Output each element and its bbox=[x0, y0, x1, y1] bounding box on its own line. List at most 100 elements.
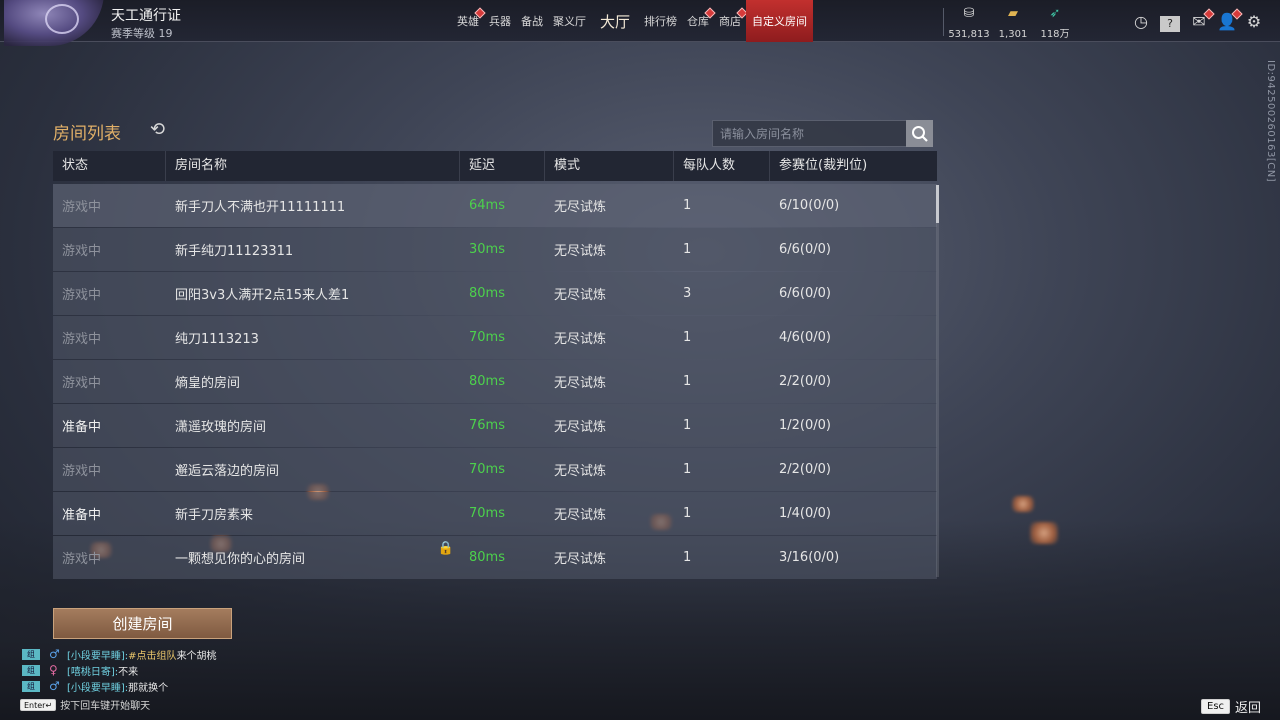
nav-prepare[interactable]: 备战 bbox=[516, 0, 548, 42]
room-mode: 无尽试炼 bbox=[554, 508, 607, 523]
lock-icon: 🔒 bbox=[437, 541, 454, 556]
room-name: 新手纯刀11123311 bbox=[175, 244, 294, 259]
resource-feathers: ➶ 118万 bbox=[1025, 6, 1085, 41]
top-bar: 天工通行证 赛季等级 19 英雄 兵器 备战 聚义厅 大厅 排行榜 仓库 商店 … bbox=[0, 0, 1280, 46]
room-mode: 无尽试炼 bbox=[554, 200, 607, 215]
scrollbar-track[interactable] bbox=[936, 185, 939, 577]
notification-badge-icon bbox=[1203, 8, 1215, 20]
room-status: 游戏中 bbox=[62, 288, 102, 303]
room-mode: 无尽试炼 bbox=[554, 552, 607, 567]
clock-icon[interactable]: ◷ bbox=[1131, 12, 1151, 32]
room-per-team: 1 bbox=[683, 550, 692, 565]
table-row[interactable]: 游戏中 邂逅云落边的房间 70ms 无尽试炼 1 2/2(0/0) bbox=[53, 448, 937, 491]
room-name: 一颗想见你的心的房间 bbox=[175, 552, 306, 567]
room-mode: 无尽试炼 bbox=[554, 288, 607, 303]
room-per-team: 1 bbox=[683, 242, 692, 257]
chat-message: 组 ♂ [小段要早睡]: 那就换个 bbox=[22, 678, 217, 694]
room-slots: 2/2(0/0) bbox=[779, 462, 831, 477]
room-slots: 1/2(0/0) bbox=[779, 418, 831, 433]
chat-sender[interactable]: [小段要早睡]: bbox=[67, 647, 128, 662]
room-name: 新手刀人不满也开11111111 bbox=[175, 200, 346, 215]
table-row[interactable]: 游戏中 一颗想见你的心的房间 🔒 80ms 无尽试炼 1 3/16(0/0) bbox=[53, 536, 937, 579]
room-latency: 80ms bbox=[469, 286, 505, 301]
chat-text: 那就换个 bbox=[128, 682, 169, 694]
room-per-team: 1 bbox=[683, 374, 692, 389]
feather-icon: ➶ bbox=[1049, 6, 1061, 21]
room-slots: 3/16(0/0) bbox=[779, 550, 840, 565]
table-row[interactable]: 准备中 新手刀房素来 70ms 无尽试炼 1 1/4(0/0) bbox=[53, 492, 937, 535]
help-book-icon[interactable]: ? bbox=[1160, 12, 1180, 32]
season-level: 赛季等级 19 bbox=[111, 27, 173, 40]
room-rows: 游戏中 新手刀人不满也开11111111 64ms 无尽试炼 1 6/10(0/… bbox=[53, 184, 937, 579]
room-latency: 70ms bbox=[469, 506, 505, 521]
room-name: 回阳3v3人满开2点15来人差1 bbox=[175, 288, 350, 303]
nav-warehouse[interactable]: 仓库 bbox=[682, 0, 716, 42]
room-per-team: 1 bbox=[683, 418, 692, 433]
room-per-team: 1 bbox=[683, 330, 692, 345]
room-slots: 6/6(0/0) bbox=[779, 242, 831, 257]
room-slots: 6/6(0/0) bbox=[779, 286, 831, 301]
table-row[interactable]: 游戏中 新手刀人不满也开11111111 64ms 无尽试炼 1 6/10(0/… bbox=[53, 184, 937, 227]
male-icon: ♂ bbox=[49, 679, 60, 693]
mail-icon[interactable]: ✉ bbox=[1189, 8, 1215, 32]
refresh-icon[interactable]: ⟲ bbox=[150, 119, 165, 140]
column-status[interactable]: 状态 bbox=[53, 151, 166, 181]
settings-gear-icon[interactable]: ⚙ bbox=[1244, 12, 1264, 32]
nav-custom-room[interactable]: 自定义房间 bbox=[746, 0, 814, 42]
chat-sender[interactable]: [嘻桃日寄]: bbox=[67, 663, 118, 678]
enter-key-icon: Enter↵ bbox=[20, 698, 57, 711]
room-per-team: 1 bbox=[683, 462, 692, 477]
team-invite-link[interactable]: #点击组队 bbox=[128, 647, 176, 662]
room-per-team: 1 bbox=[683, 506, 692, 521]
table-row[interactable]: 游戏中 新手纯刀11123311 30ms 无尽试炼 1 6/6(0/0) bbox=[53, 228, 937, 271]
back-label: 返回 bbox=[1235, 701, 1262, 716]
room-mode: 无尽试炼 bbox=[554, 332, 607, 347]
column-latency[interactable]: 延迟 bbox=[460, 151, 545, 181]
chat-log: 组 ♂ [小段要早睡]: #点击组队 来个胡桃 组 ♀ [嘻桃日寄]: 不来 组… bbox=[22, 646, 217, 694]
room-slots: 6/10(0/0) bbox=[779, 198, 840, 213]
room-slots: 4/6(0/0) bbox=[779, 330, 831, 345]
chat-enter-hint[interactable]: Enter↵ 按下回车键开始聊天 bbox=[20, 697, 150, 712]
nav-heroes[interactable]: 英雄 bbox=[452, 0, 486, 42]
room-search-input[interactable] bbox=[712, 120, 908, 147]
room-name: 纯刀1113213 bbox=[175, 332, 259, 347]
scrollbar-thumb[interactable] bbox=[936, 185, 939, 223]
nav-weapons[interactable]: 兵器 bbox=[484, 0, 516, 42]
nav-shop[interactable]: 商店 bbox=[714, 0, 748, 42]
room-name: 潇遥玫瑰的房间 bbox=[175, 420, 267, 435]
male-icon: ♂ bbox=[49, 647, 60, 661]
search-icon bbox=[911, 125, 928, 142]
room-latency: 64ms bbox=[469, 198, 505, 213]
back-button[interactable]: Esc 返回 bbox=[1201, 697, 1261, 716]
table-row[interactable]: 游戏中 纯刀1113213 70ms 无尽试炼 1 4/6(0/0) bbox=[53, 316, 937, 359]
esc-key-icon: Esc bbox=[1201, 699, 1231, 714]
nav-leaderboard[interactable]: 排行榜 bbox=[639, 0, 682, 42]
chat-hint-text: 按下回车键开始聊天 bbox=[60, 701, 151, 712]
battle-pass-title[interactable]: 天工通行证 bbox=[111, 5, 181, 25]
nav-lobby[interactable]: 大厅 bbox=[591, 0, 639, 42]
room-latency: 80ms bbox=[469, 374, 505, 389]
column-per-team[interactable]: 每队人数 bbox=[674, 151, 770, 181]
lantern-decoration bbox=[1030, 522, 1058, 544]
chat-channel-icon: 组 bbox=[22, 680, 40, 692]
chat-message: 组 ♂ [小段要早睡]: #点击组队 来个胡桃 bbox=[22, 646, 217, 662]
nav-guild-hall[interactable]: 聚义厅 bbox=[548, 0, 591, 42]
create-room-button[interactable]: 创建房间 bbox=[53, 608, 232, 639]
search-button[interactable] bbox=[906, 120, 933, 147]
table-row[interactable]: 游戏中 回阳3v3人满开2点15来人差1 80ms 无尽试炼 3 6/6(0/0… bbox=[53, 272, 937, 315]
column-slots[interactable]: 参赛位(裁判位) bbox=[770, 151, 937, 181]
friends-icon[interactable]: 👤 bbox=[1217, 8, 1243, 32]
notification-badge-icon bbox=[1231, 8, 1243, 20]
room-status: 游戏中 bbox=[62, 332, 102, 347]
room-status: 游戏中 bbox=[62, 200, 102, 215]
column-mode[interactable]: 模式 bbox=[545, 151, 674, 181]
room-status: 游戏中 bbox=[62, 376, 102, 391]
room-latency: 30ms bbox=[469, 242, 505, 257]
table-row[interactable]: 准备中 潇遥玫瑰的房间 76ms 无尽试炼 1 1/2(0/0) bbox=[53, 404, 937, 447]
table-row[interactable]: 游戏中 熵皇的房间 80ms 无尽试炼 1 2/2(0/0) bbox=[53, 360, 937, 403]
emblem-icon bbox=[45, 4, 79, 34]
chat-text: 来个胡桃 bbox=[176, 650, 217, 662]
chat-sender[interactable]: [小段要早睡]: bbox=[67, 679, 128, 694]
column-room-name[interactable]: 房间名称 bbox=[166, 151, 460, 181]
chat-channel-icon: 组 bbox=[22, 648, 40, 660]
